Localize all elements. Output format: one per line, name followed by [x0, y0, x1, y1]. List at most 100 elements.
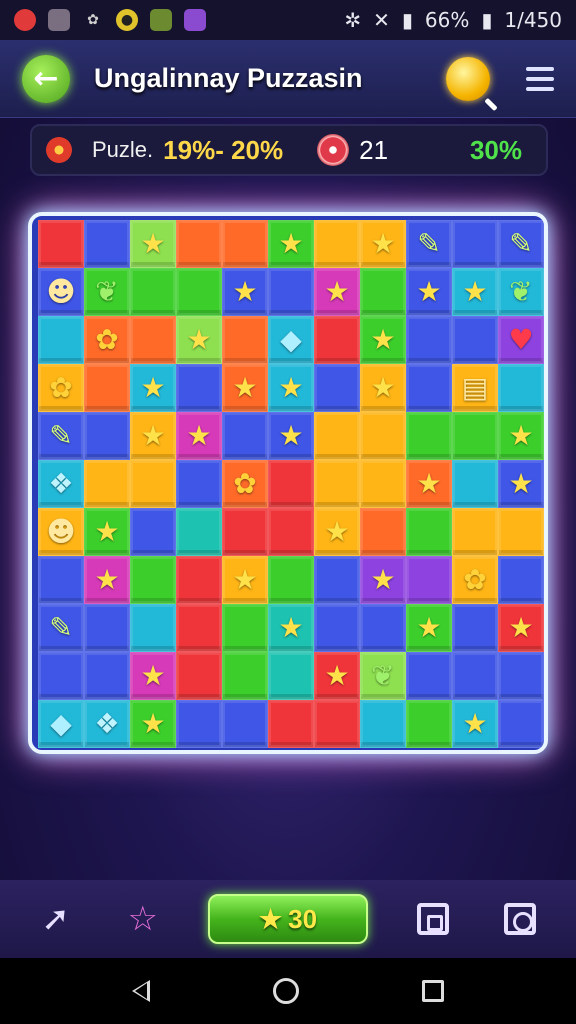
board-tile[interactable] [130, 460, 176, 508]
board-tile[interactable] [176, 268, 222, 316]
board-tile[interactable] [222, 412, 268, 460]
board-tile[interactable]: ★ [130, 700, 176, 748]
board-tile[interactable]: ★ [452, 700, 498, 748]
board-tile[interactable]: ◆ [38, 700, 84, 748]
board-tile[interactable] [38, 556, 84, 604]
board-tile[interactable]: ★ [84, 508, 130, 556]
board-tile[interactable] [268, 700, 314, 748]
board-tile[interactable]: ✎ [38, 604, 84, 652]
board-tile[interactable]: ★ [406, 460, 452, 508]
board-tile[interactable]: ★ [406, 604, 452, 652]
board-tile[interactable] [314, 604, 360, 652]
board-tile[interactable] [222, 604, 268, 652]
board-tile[interactable] [406, 556, 452, 604]
board-tile[interactable] [406, 316, 452, 364]
board-tile[interactable]: ★ [268, 220, 314, 268]
board-tile[interactable] [452, 508, 498, 556]
board-tile[interactable] [176, 604, 222, 652]
board-tile[interactable]: ★ [314, 652, 360, 700]
board-tile[interactable]: ★ [360, 556, 406, 604]
board-tile[interactable] [452, 604, 498, 652]
board-tile[interactable]: ❖ [38, 460, 84, 508]
nav-recent-icon[interactable] [422, 980, 445, 1002]
board-tile[interactable] [406, 364, 452, 412]
board-tile[interactable]: ★ [268, 604, 314, 652]
board-tile[interactable]: ✿ [38, 364, 84, 412]
board-tile[interactable] [360, 412, 406, 460]
board-tile[interactable] [84, 604, 130, 652]
hint-button[interactable] [446, 56, 490, 101]
share-icon[interactable]: ➚ [34, 897, 78, 941]
board-tile[interactable] [498, 700, 544, 748]
board-tile[interactable] [452, 220, 498, 268]
board-tile[interactable] [406, 700, 452, 748]
board-tile[interactable]: ★ [176, 412, 222, 460]
menu-button[interactable] [526, 66, 554, 91]
board-tile[interactable] [406, 652, 452, 700]
board-tile[interactable]: ✿ [452, 556, 498, 604]
board-tile[interactable] [84, 364, 130, 412]
board-tile[interactable]: ☻ [38, 268, 84, 316]
board-tile[interactable] [406, 508, 452, 556]
board-tile[interactable] [222, 508, 268, 556]
board-tile[interactable]: ★ [222, 364, 268, 412]
board-tile[interactable] [84, 220, 130, 268]
board-tile[interactable] [314, 364, 360, 412]
board-tile[interactable]: ☻ [38, 508, 84, 556]
board-tile[interactable] [176, 220, 222, 268]
board-tile[interactable] [268, 268, 314, 316]
board-tile[interactable] [222, 316, 268, 364]
board-tile[interactable]: ❦ [84, 268, 130, 316]
board-tile[interactable]: ★ [176, 316, 222, 364]
board-tile[interactable] [130, 604, 176, 652]
board-tile[interactable] [406, 412, 452, 460]
board-tile[interactable] [176, 508, 222, 556]
board-tile[interactable]: ★ [314, 268, 360, 316]
board-tile[interactable] [314, 316, 360, 364]
back-button[interactable]: ← [22, 54, 70, 103]
board-tile[interactable]: ★ [406, 268, 452, 316]
board-tile[interactable]: ★ [360, 364, 406, 412]
board-tile[interactable]: ★ [498, 412, 544, 460]
board-tile[interactable] [498, 556, 544, 604]
board-tile[interactable] [38, 316, 84, 364]
board-tile[interactable] [360, 604, 406, 652]
board-tile[interactable] [452, 460, 498, 508]
board-tile[interactable] [452, 316, 498, 364]
board-tile[interactable] [38, 220, 84, 268]
board-tile[interactable]: ✿ [222, 460, 268, 508]
board-tile[interactable] [360, 460, 406, 508]
board-tile[interactable]: ★ [268, 412, 314, 460]
board-tile[interactable] [222, 220, 268, 268]
copy-icon[interactable] [411, 897, 455, 941]
camera-icon[interactable] [498, 897, 542, 941]
board-tile[interactable] [130, 556, 176, 604]
board-tile[interactable] [222, 700, 268, 748]
board-tile[interactable]: ★ [130, 652, 176, 700]
board-tile[interactable]: ✿ [84, 316, 130, 364]
board-tile[interactable] [176, 556, 222, 604]
board-tile[interactable] [360, 700, 406, 748]
board-tile[interactable] [268, 460, 314, 508]
board-tile[interactable] [314, 700, 360, 748]
board-tile[interactable] [314, 556, 360, 604]
board-tile[interactable]: ★ [130, 220, 176, 268]
board-tile[interactable] [498, 652, 544, 700]
board-tile[interactable]: ★ [268, 364, 314, 412]
board-tile[interactable] [176, 652, 222, 700]
board-tile[interactable] [268, 508, 314, 556]
board-tile[interactable] [222, 652, 268, 700]
board-tile[interactable]: ❖ [84, 700, 130, 748]
board-tile[interactable] [452, 652, 498, 700]
board-tile[interactable]: ✎ [498, 220, 544, 268]
board-tile[interactable]: ✎ [406, 220, 452, 268]
board-tile[interactable] [38, 652, 84, 700]
board-tile[interactable] [176, 460, 222, 508]
board-tile[interactable] [84, 412, 130, 460]
board-tile[interactable]: ★ [130, 412, 176, 460]
board-tile[interactable]: ♥ [498, 316, 544, 364]
board-tile[interactable]: ★ [360, 316, 406, 364]
board-tile[interactable]: ★ [498, 604, 544, 652]
nav-home-icon[interactable] [272, 978, 299, 1004]
board-tile[interactable]: ▤ [452, 364, 498, 412]
